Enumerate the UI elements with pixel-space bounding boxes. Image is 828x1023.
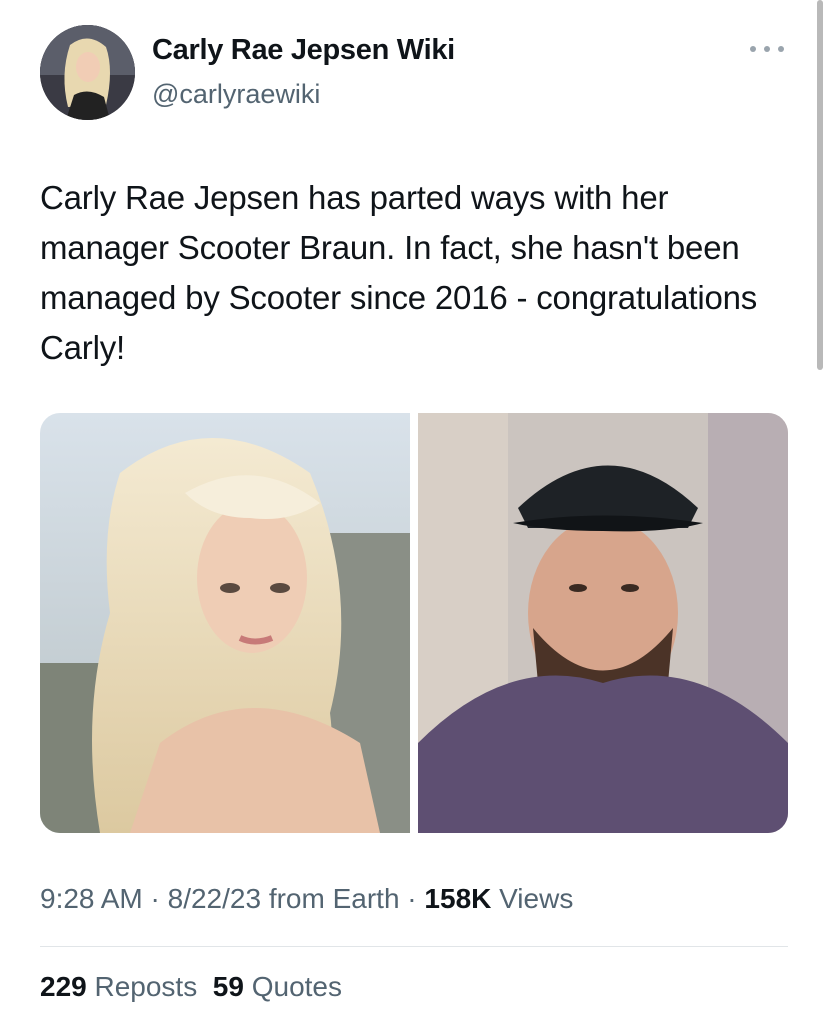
meta-separator: · <box>399 883 425 914</box>
photo-right[interactable] <box>418 413 788 833</box>
tweet-stats: 229 Reposts 59 Quotes <box>40 971 342 1003</box>
more-icon[interactable] <box>750 39 784 59</box>
tweet-header: Carly Rae Jepsen Wiki @carlyraewiki <box>40 25 790 121</box>
views-label: Views <box>491 883 574 914</box>
quotes-link[interactable]: 59 Quotes <box>213 971 342 1002</box>
scrollbar[interactable] <box>817 0 823 370</box>
reposts-link[interactable]: 229 Reposts <box>40 971 197 1002</box>
reposts-count: 229 <box>40 971 87 1002</box>
reposts-label: Reposts <box>86 971 198 1002</box>
meta-separator: · <box>142 883 168 914</box>
tweet-media <box>40 413 788 833</box>
tweet-time[interactable]: 9:28 AM <box>40 883 143 914</box>
account-name[interactable]: Carly Rae Jepsen Wiki <box>152 34 455 67</box>
tweet-meta: 9:28 AM · 8/22/23 from Earth · 158K View… <box>40 883 573 915</box>
more-dot <box>764 46 770 52</box>
quotes-label: Quotes <box>243 971 342 1002</box>
tweet-text: Carly Rae Jepsen has parted ways with he… <box>40 179 758 366</box>
more-dot <box>750 46 756 52</box>
tweet-source: from Earth <box>261 883 400 914</box>
views-count: 158K <box>424 883 492 914</box>
account-handle[interactable]: @carlyraewiki <box>152 79 320 110</box>
photo-left[interactable] <box>40 413 410 833</box>
more-dot <box>778 46 784 52</box>
avatar[interactable] <box>40 25 135 120</box>
divider <box>40 946 788 947</box>
quotes-count: 59 <box>212 971 244 1002</box>
tweet-date[interactable]: 8/22/23 <box>168 883 261 914</box>
